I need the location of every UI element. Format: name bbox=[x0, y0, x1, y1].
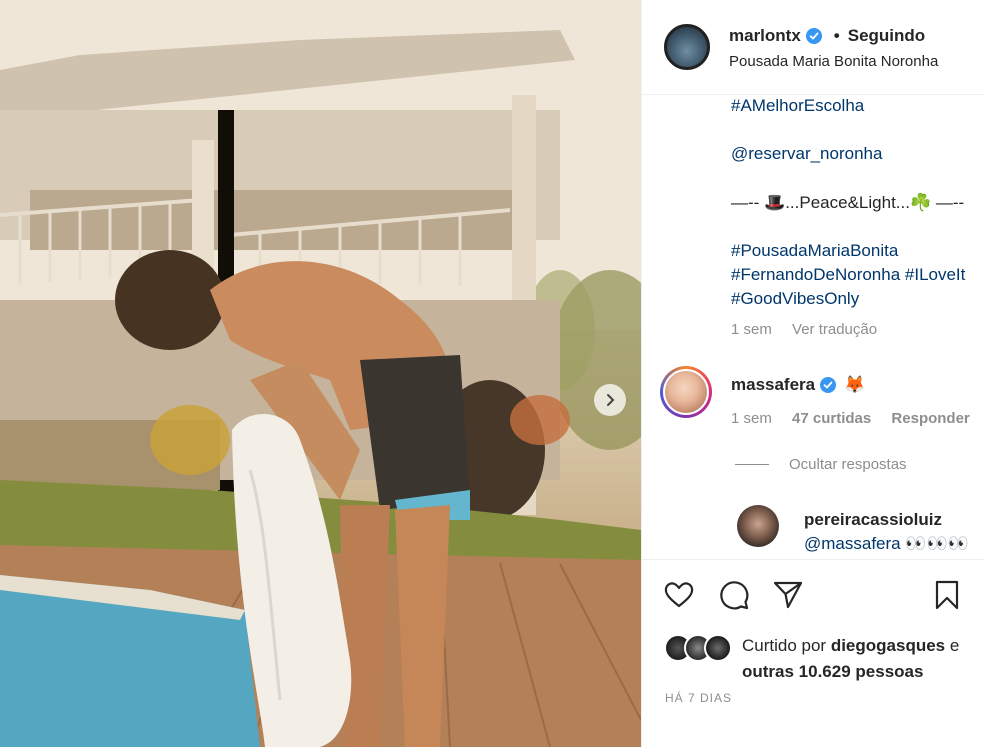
comment-username[interactable]: massafera bbox=[731, 375, 815, 395]
hide-replies-button[interactable]: Ocultar respostas bbox=[735, 456, 907, 473]
author-avatar[interactable] bbox=[664, 24, 710, 70]
author-username[interactable]: marlontx bbox=[729, 26, 801, 46]
liker-avatars bbox=[664, 634, 734, 664]
caption-mention[interactable]: @reservar_noronha bbox=[731, 144, 882, 164]
reply-text: @massafera 👀👀👀 bbox=[804, 534, 969, 553]
liked-by-prefix: Curtido por bbox=[742, 636, 831, 655]
share-icon[interactable] bbox=[771, 578, 805, 612]
hide-replies-label: Ocultar respostas bbox=[789, 456, 907, 473]
caption-hashtag[interactable]: #FernandoDeNoronha #ILoveIt bbox=[731, 265, 965, 285]
verified-icon bbox=[805, 28, 822, 44]
replies-divider bbox=[735, 464, 769, 465]
comment-meta: 1 sem 47 curtidas Responder bbox=[731, 410, 984, 427]
separator-dot: • bbox=[833, 26, 840, 45]
carousel-next-button[interactable] bbox=[594, 384, 626, 416]
action-bar bbox=[642, 559, 984, 619]
post-header: marlontx • Seguindo Pousada Maria Bonita… bbox=[642, 0, 984, 95]
photo-illustration bbox=[0, 0, 641, 747]
caption-hashtag[interactable]: #GoodVibesOnly bbox=[731, 289, 859, 309]
caption-text: —-- 🎩...Peace&Light...☘️ —-- bbox=[731, 193, 965, 212]
following-button[interactable]: Seguindo bbox=[848, 26, 925, 46]
liked-by-text: Curtido por diegogasques e outras 10.629… bbox=[742, 633, 959, 685]
post-photo[interactable] bbox=[0, 0, 641, 747]
comment-avatar[interactable] bbox=[660, 366, 712, 418]
comment-text: 🦊 bbox=[844, 375, 866, 394]
liker-avatar bbox=[704, 634, 732, 662]
comment-time[interactable]: 1 sem bbox=[731, 410, 772, 427]
post-side-panel: marlontx • Seguindo Pousada Maria Bonita… bbox=[641, 0, 984, 747]
bookmark-icon[interactable] bbox=[930, 578, 964, 612]
liked-by-others[interactable]: outras 10.629 pessoas bbox=[742, 662, 923, 681]
see-translation-button[interactable]: Ver tradução bbox=[792, 321, 877, 338]
author-line: marlontx • Seguindo bbox=[729, 26, 925, 46]
reply-button[interactable]: Responder bbox=[891, 410, 969, 427]
liked-by-conjunction: e bbox=[945, 636, 960, 655]
chevron-right-icon bbox=[607, 394, 615, 406]
post-timestamp[interactable]: HÁ 7 DIAS bbox=[665, 691, 732, 705]
heart-icon[interactable] bbox=[662, 578, 696, 612]
comment-icon[interactable] bbox=[717, 578, 751, 612]
caption-meta: 1 sem Ver tradução bbox=[731, 321, 893, 338]
comment-author: massafera 🦊 bbox=[731, 375, 865, 395]
comment-likes[interactable]: 47 curtidas bbox=[792, 410, 871, 427]
caption-hashtag[interactable]: #PousadaMariaBonita bbox=[731, 241, 898, 261]
reply-author[interactable]: pereiracassioluiz bbox=[804, 510, 942, 530]
reply-avatar[interactable] bbox=[737, 505, 779, 547]
verified-icon bbox=[820, 377, 837, 393]
liked-by-user[interactable]: diegogasques bbox=[831, 636, 945, 655]
caption-hashtag[interactable]: #AMelhorEscolha bbox=[731, 96, 864, 116]
caption-time[interactable]: 1 sem bbox=[731, 321, 772, 338]
post-location[interactable]: Pousada Maria Bonita Noronha bbox=[729, 53, 938, 70]
comments-list[interactable]: #AMelhorEscolha @reservar_noronha —-- 🎩.… bbox=[642, 96, 984, 558]
